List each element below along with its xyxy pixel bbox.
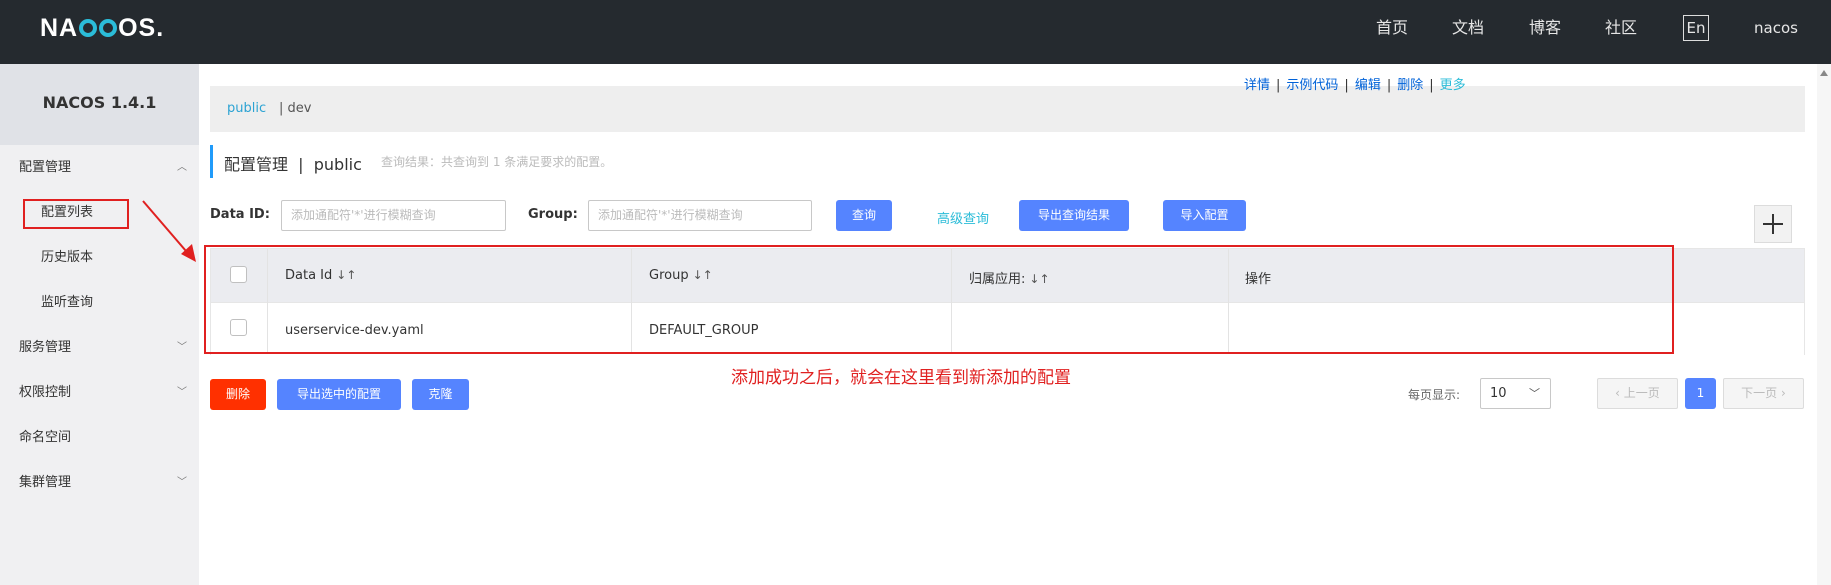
action-edit[interactable]: 编辑 [1355,78,1381,93]
prev-page-button[interactable]: ‹ 上一页 [1597,378,1678,409]
row-actions: 详情 | 示例代码 | 编辑 | 删除 | 更多 [1244,78,1466,93]
user-menu[interactable]: nacos [1754,0,1798,64]
action-sample-code[interactable]: 示例代码 [1286,78,1338,93]
title-accent [210,145,213,178]
group-label: Group: [528,207,578,222]
next-page-button[interactable]: 下一页 › [1723,378,1804,409]
top-navbar: NA OS. 首页 文档 博客 社区 En nacos [0,0,1831,64]
sidebar-item-access-control[interactable]: 权限控制 ﹀ [0,373,199,413]
namespace-bar [210,86,1805,132]
nav-home[interactable]: 首页 [1376,0,1408,64]
sidebar: NACOS 1.4.1 配置管理 ︿ 配置列表 历史版本 监听查询 服务管理 ﹀… [0,64,199,585]
annotation-table-box [204,245,1674,354]
sidebar-item-service-management[interactable]: 服务管理 ﹀ [0,328,199,368]
export-selected-button[interactable]: 导出选中的配置 [277,379,401,410]
namespace-dev[interactable]: | dev [279,101,311,116]
chevron-left-icon: ‹ [1615,386,1624,400]
scroll-up-icon[interactable] [1820,70,1828,76]
import-config-button[interactable]: 导入配置 [1163,200,1246,231]
page-size-label: 每页显示: [1408,388,1461,402]
chevron-down-icon: ﹀ [177,477,187,488]
chevron-right-icon: › [1777,386,1786,400]
sidebar-item-listener-query[interactable]: 监听查询 [0,283,199,323]
page-size-select[interactable]: 10 ﹀ [1480,378,1551,409]
dataid-input[interactable]: 添加通配符'*'进行模糊查询 [281,200,506,231]
chevron-up-icon: ︿ [177,162,187,173]
nacos-logo[interactable]: NA OS. [40,14,164,43]
language-toggle[interactable]: En [1683,15,1709,41]
page-title: 配置管理 | public [224,155,362,174]
namespace-public[interactable]: public [227,101,266,116]
sidebar-version: NACOS 1.4.1 [0,64,199,145]
chevron-down-icon: ﹀ [1529,387,1540,400]
logo-c-ring [79,19,98,37]
query-result-hint: 查询结果：共查询到 1 条满足要求的配置。 [381,155,613,169]
logo-o-ring [99,19,118,37]
export-results-button[interactable]: 导出查询结果 [1019,200,1129,231]
sidebar-item-cluster-management[interactable]: 集群管理 ﹀ [0,463,199,503]
action-detail[interactable]: 详情 [1244,78,1270,93]
action-more[interactable]: 更多 [1440,78,1466,93]
annotation-arrow-icon [142,200,196,262]
nav-community[interactable]: 社区 [1605,0,1637,64]
nav-blog[interactable]: 博客 [1529,0,1561,64]
add-config-button[interactable] [1754,205,1792,243]
current-page-button[interactable]: 1 [1685,378,1716,409]
clone-button[interactable]: 克隆 [412,379,469,410]
chevron-down-icon: ﹀ [177,342,187,353]
delete-button[interactable]: 删除 [210,379,266,410]
advanced-query-link[interactable]: 高级查询 [937,208,989,227]
sidebar-item-config-management[interactable]: 配置管理 ︿ [0,148,199,188]
query-button[interactable]: 查询 [836,200,892,231]
scrollbar[interactable] [1817,64,1831,585]
annotation-note: 添加成功之后，就会在这里看到新添加的配置 [731,368,1071,388]
nav-docs[interactable]: 文档 [1452,0,1484,64]
annotation-highlight-box [23,199,129,229]
action-delete[interactable]: 删除 [1397,78,1423,93]
chevron-down-icon: ﹀ [177,387,187,398]
dataid-label: Data ID: [210,207,270,222]
group-input[interactable]: 添加通配符'*'进行模糊查询 [588,200,812,231]
sidebar-item-namespace[interactable]: 命名空间 [0,418,199,458]
